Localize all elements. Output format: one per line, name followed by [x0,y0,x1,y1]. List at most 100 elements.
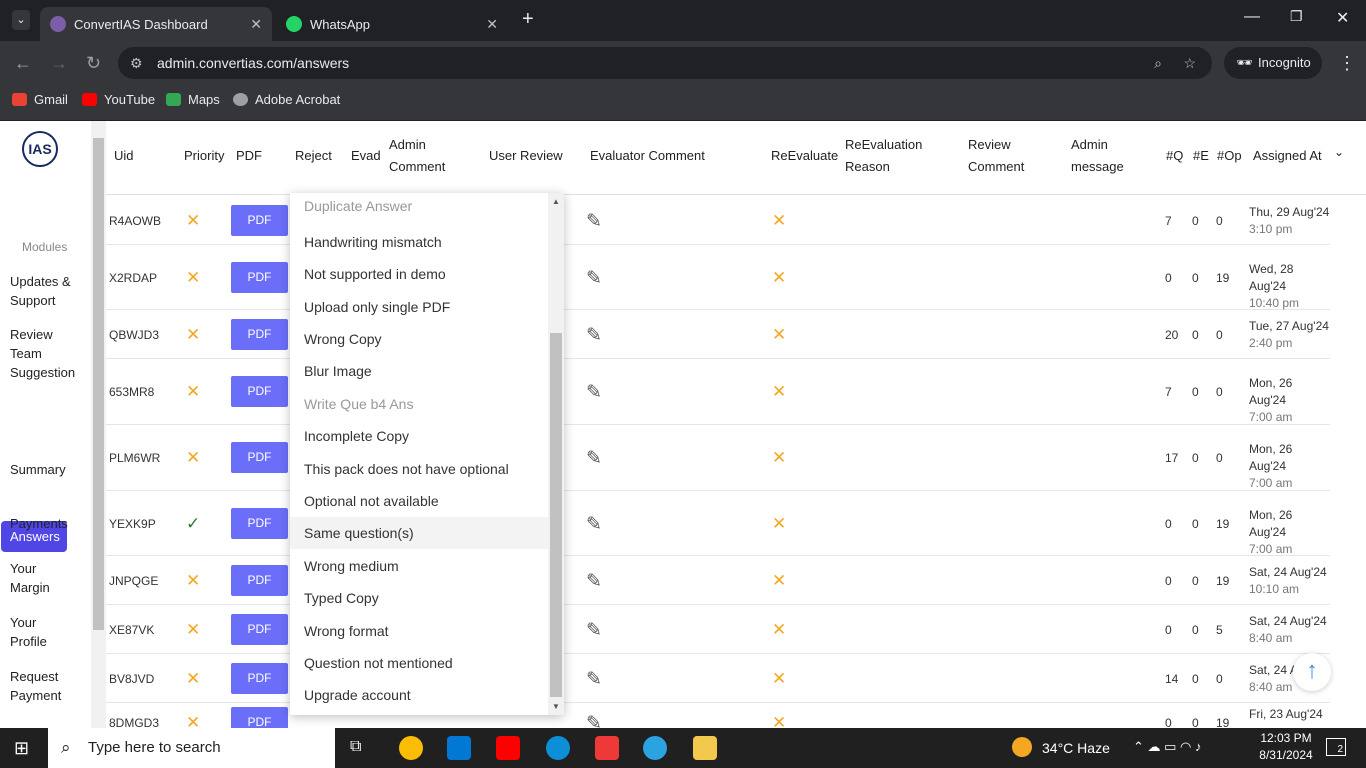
reevaluate-cross-icon[interactable]: ✕ [772,382,786,402]
scroll-down-icon[interactable]: ▼ [552,702,560,711]
chrome-icon[interactable] [399,736,423,760]
back-icon[interactable]: ← [14,53,32,74]
pdf-button[interactable]: PDF [231,204,288,236]
pdf-button[interactable]: PDF [231,261,288,293]
tab-whatsapp[interactable]: WhatsApp ✕ [276,7,508,41]
col-uid[interactable]: Uid [114,145,134,167]
reevaluate-cross-icon[interactable]: ✕ [772,514,786,534]
sidebar-item-request-payment[interactable]: Request Payment [10,667,70,705]
tab-convertias[interactable]: ConvertIAS Dashboard ✕ [40,7,272,41]
cross-icon[interactable]: ✕ [186,268,200,288]
col-reevaluate[interactable]: ReEvaluate [771,145,838,167]
close-tab-icon[interactable]: ✕ [486,16,498,33]
cross-icon[interactable]: ✕ [186,669,200,689]
scroll-to-top-button[interactable]: ↑ [1293,653,1331,691]
scrollbar-thumb[interactable] [93,138,104,630]
new-tab-icon[interactable]: + [522,8,534,31]
edge-icon[interactable] [546,736,570,760]
zoom-icon[interactable]: ⌕ [1154,47,1162,79]
pdf-button[interactable]: PDF [231,376,288,407]
taskbar-search-box[interactable]: ⌕ Type here to search [48,728,335,768]
reevaluate-cross-icon[interactable]: ✕ [772,571,786,591]
dropdown-option[interactable]: Incomplete Copy [290,420,548,452]
reevaluate-cross-icon[interactable]: ✕ [772,211,786,231]
minimize-icon[interactable]: — [1244,8,1260,26]
reload-icon[interactable]: ↻ [86,53,101,74]
reevaluate-cross-icon[interactable]: ✕ [772,448,786,468]
close-window-icon[interactable]: ✕ [1336,8,1349,28]
dropdown-option[interactable]: Not supported in demo [290,258,548,290]
col-e[interactable]: #E [1193,145,1209,167]
col-admin-message[interactable]: Admin message [1071,134,1131,178]
col-admin-comment[interactable]: Admin Comment [389,134,459,178]
dropdown-scroll-thumb[interactable] [550,333,562,697]
cross-icon[interactable]: ✕ [186,325,200,345]
dropdown-option[interactable]: Upgrade account [290,679,548,711]
bookmark-gmail[interactable]: Gmail [12,92,68,107]
reevaluate-cross-icon[interactable]: ✕ [772,268,786,288]
check-icon[interactable]: ✓ [186,514,200,534]
col-priority[interactable]: Priority [184,145,224,167]
edit-icon[interactable]: ✎ [586,570,602,593]
youtube-app-icon[interactable] [496,736,520,760]
url-bar[interactable]: ⚙ admin.convertias.com/answers ⌕ ☆ [118,47,1212,79]
tray-icons[interactable]: ⌃ ☁ ▭ ◠ ♪ [1133,739,1201,755]
pdf-button[interactable]: PDF [231,613,288,645]
incognito-badge[interactable]: 🕶 Incognito [1224,47,1322,79]
edit-icon[interactable]: ✎ [586,712,602,728]
weather-icon[interactable] [1012,737,1032,757]
forward-icon[interactable]: → [50,53,68,74]
edit-icon[interactable]: ✎ [586,267,602,290]
cross-icon[interactable]: ✕ [186,448,200,468]
col-evaluator-comment[interactable]: Evaluator Comment [590,145,705,167]
site-info-icon[interactable]: ⚙ [130,47,143,79]
col-op[interactable]: #Op [1217,145,1242,167]
task-view-icon[interactable]: ⧉ [350,738,361,756]
dropdown-option[interactable]: Upload only single PDF [290,291,548,323]
sidebar-item-review-team[interactable]: Review Team Suggestion [10,325,80,382]
sidebar-item-payments[interactable]: Payments [10,514,68,533]
reevaluate-cross-icon[interactable]: ✕ [772,713,786,728]
dropdown-option[interactable]: Same question(s) [290,517,548,549]
reevaluate-cross-icon[interactable]: ✕ [772,669,786,689]
col-reevaluation-reason[interactable]: ReEvaluation Reason [845,134,935,178]
dropdown-option[interactable]: This pack does not have optional [290,453,548,485]
col-reject[interactable]: Reject [295,145,332,167]
dropdown-option[interactable]: Blur Image [290,355,548,387]
sidebar-item-summary[interactable]: Summary [10,460,66,479]
edit-icon[interactable]: ✎ [586,668,602,691]
dropdown-option[interactable]: Wrong format [290,615,548,647]
tab-search-icon[interactable]: ⌄ [12,10,30,30]
file-explorer-icon[interactable] [693,736,717,760]
dropdown-option[interactable]: Wrong Copy [290,323,548,355]
scroll-up-icon[interactable]: ▲ [552,197,560,206]
col-evad[interactable]: Evad [351,145,381,167]
bookmark-youtube[interactable]: YouTube [82,92,155,107]
col-pdf[interactable]: PDF [236,145,262,167]
edit-icon[interactable]: ✎ [586,210,602,233]
bookmark-acrobat[interactable]: Adobe Acrobat [233,92,340,107]
edit-icon[interactable]: ✎ [586,447,602,470]
col-review-comment[interactable]: Review Comment [968,134,1038,178]
windows-start-icon[interactable]: ⊞ [14,738,29,759]
menu-icon[interactable]: ⋮ [1338,53,1356,74]
reevaluate-cross-icon[interactable]: ✕ [772,620,786,640]
cross-icon[interactable]: ✕ [186,211,200,231]
close-tab-icon[interactable]: ✕ [250,16,262,33]
telegram-icon[interactable] [643,736,667,760]
bookmark-maps[interactable]: Maps [166,92,220,107]
clock[interactable]: 12:03 PM 8/31/2024 [1256,731,1316,762]
edit-icon[interactable]: ✎ [586,619,602,642]
dropdown-option[interactable]: Handwriting mismatch [290,226,548,258]
logo[interactable]: IAS [22,131,58,167]
edit-icon[interactable]: ✎ [586,324,602,347]
restore-icon[interactable]: ❐ [1290,8,1303,25]
cross-icon[interactable]: ✕ [186,571,200,591]
reject-reason-dropdown[interactable]: Duplicate Answer Handwriting mismatch Not … [290,193,564,715]
col-q[interactable]: #Q [1166,145,1183,167]
dropdown-option[interactable]: Wrong medium [290,550,548,582]
notifications-icon[interactable]: 2 [1326,738,1346,756]
dropdown-option[interactable]: Typed Copy [290,582,548,614]
cross-icon[interactable]: ✕ [186,620,200,640]
sidebar-item-updates[interactable]: Updates & Support [10,272,80,310]
